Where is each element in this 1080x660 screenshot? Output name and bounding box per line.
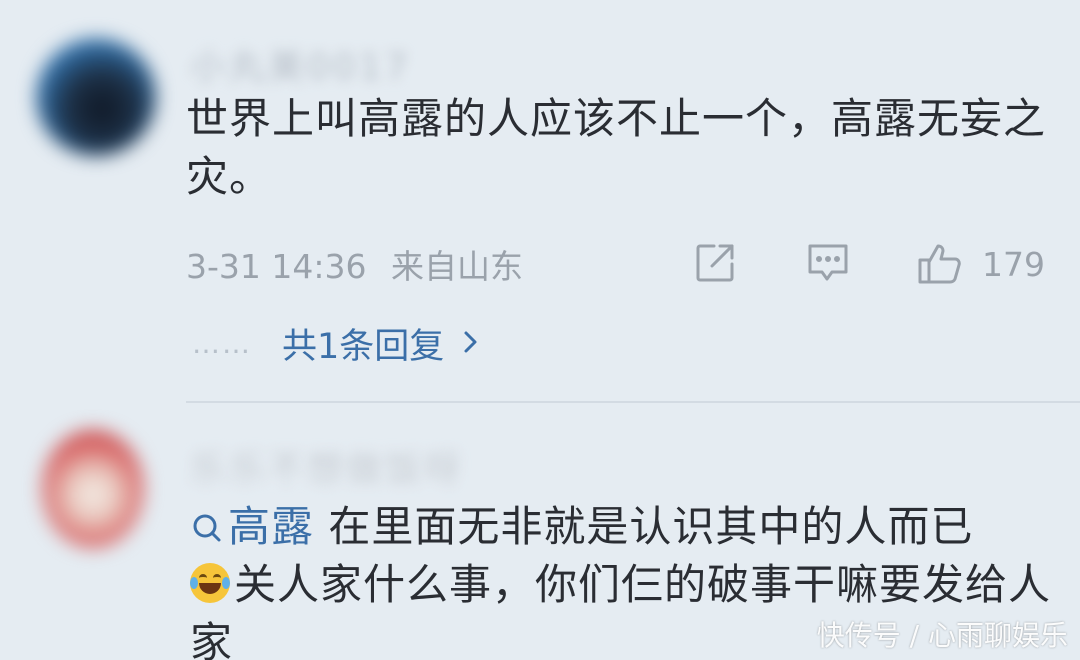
view-replies-link[interactable]: 共1条回复 bbox=[282, 318, 444, 369]
comment-item: 小丸美0017 世界上叫高露的人应该不止一个，高露无妄之灾。 3-31 14:3… bbox=[0, 0, 1080, 402]
laughing-crying-emoji-icon bbox=[190, 563, 230, 603]
comment-date: 3-31 14:36 bbox=[186, 247, 367, 286]
share-icon bbox=[694, 242, 736, 284]
search-tag-text: 高露 bbox=[228, 502, 315, 551]
chevron-right-icon bbox=[462, 327, 480, 361]
like-button[interactable]: 179 bbox=[916, 242, 1045, 286]
username[interactable]: 乐乐不想做饭呀 bbox=[190, 440, 463, 492]
search-icon bbox=[190, 502, 228, 551]
search-tag-link[interactable]: 高露 bbox=[190, 502, 314, 551]
comment-text: 世界上叫高露的人应该不止一个，高露无妄之灾。 bbox=[186, 94, 1047, 201]
avatar[interactable] bbox=[36, 38, 156, 156]
share-button[interactable] bbox=[694, 242, 736, 284]
comment-meta: 3-31 14:36 来自山东 bbox=[186, 240, 537, 288]
avatar[interactable] bbox=[42, 430, 144, 548]
divider bbox=[186, 401, 1080, 403]
replies-row: …… 共1条回复 bbox=[192, 318, 480, 369]
thumbs-up-icon bbox=[916, 242, 964, 286]
like-count: 179 bbox=[982, 244, 1045, 284]
comment-text-line1: 在里面无非就是认识其中的人而已 bbox=[328, 502, 974, 551]
comment-source: 来自山东 bbox=[391, 247, 523, 286]
comment-button[interactable] bbox=[806, 242, 850, 284]
username[interactable]: 小丸美0017 bbox=[190, 38, 411, 90]
comment-icon bbox=[806, 242, 850, 284]
dots-separator: …… bbox=[192, 327, 252, 360]
watermark: 快传号 / 心雨聊娱乐 bbox=[816, 619, 1068, 652]
